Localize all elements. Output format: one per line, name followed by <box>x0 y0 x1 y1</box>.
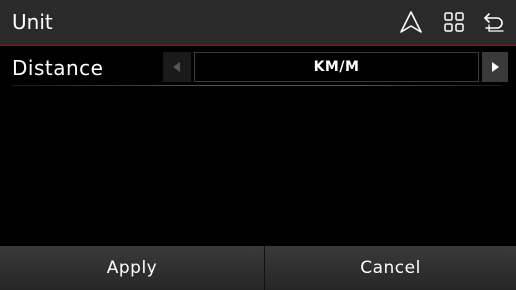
distance-value: KM/M <box>194 52 479 82</box>
cancel-button[interactable]: Cancel <box>265 246 516 290</box>
grid-menu-icon[interactable] <box>441 9 467 35</box>
next-option-button[interactable] <box>482 52 508 82</box>
back-icon[interactable] <box>481 9 507 35</box>
distance-setting-row: Distance KM/M <box>0 47 516 88</box>
footer-bar: Apply Cancel <box>0 246 516 290</box>
apply-button[interactable]: Apply <box>0 246 264 290</box>
row-divider <box>12 85 502 86</box>
navigation-icon[interactable] <box>398 9 424 35</box>
distance-label: Distance <box>12 56 104 80</box>
page-title: Unit <box>12 10 53 34</box>
header-bar: Unit <box>0 0 516 46</box>
previous-option-button[interactable] <box>163 52 191 82</box>
